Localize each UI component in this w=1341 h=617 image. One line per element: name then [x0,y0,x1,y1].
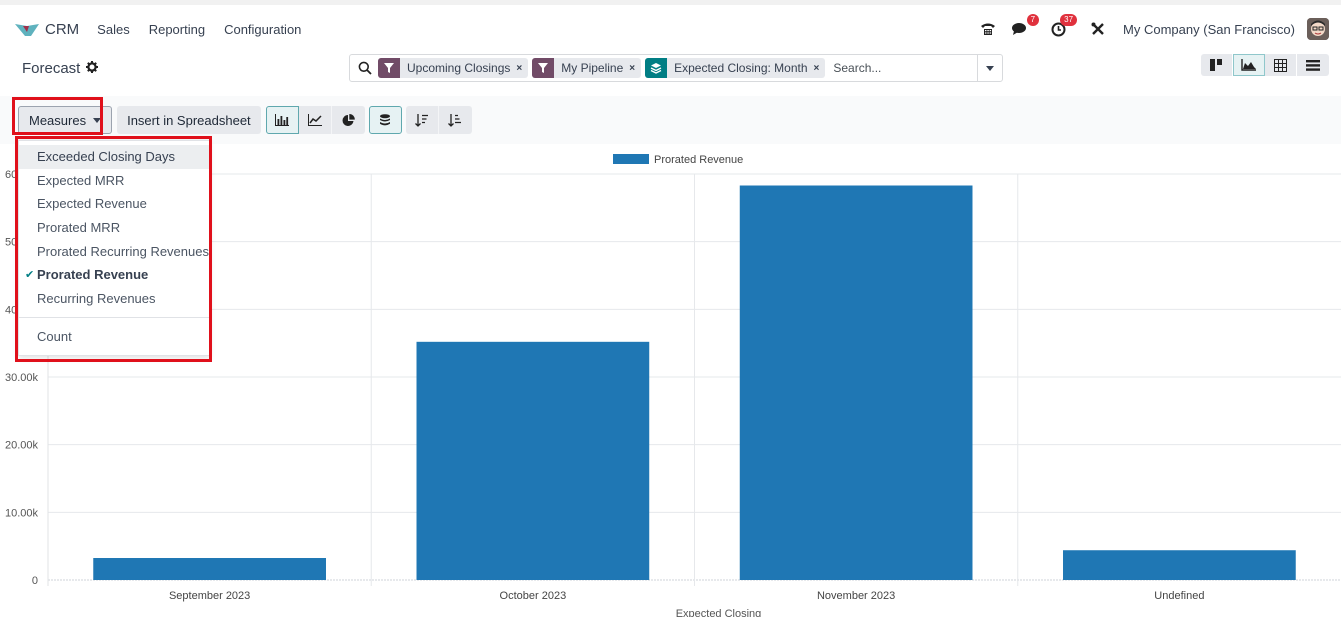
crm-logo-icon[interactable] [15,22,39,38]
facet-upcoming-closings: Upcoming Closings × [378,58,529,78]
layers-icon [645,58,668,78]
bar-chart-button[interactable] [265,106,299,134]
sort-descending-button[interactable] [405,106,439,134]
measure-expected-revenue[interactable]: Expected Revenue [19,192,209,216]
bar-october-2023 [416,341,650,580]
facet-label: Expected Closing: Month [674,61,808,75]
view-graph-button[interactable] [1233,54,1265,76]
menu-sales[interactable]: Sales [97,22,130,37]
y-tick-label: 30.00k [5,372,39,384]
legend-label: Prorated Revenue [654,154,743,166]
bar-chart-icon [275,114,290,126]
x-axis-label: Expected Closing [676,608,762,617]
stacked-toggle-button[interactable] [368,106,402,134]
page-title: Forecast [22,60,81,77]
measures-button[interactable]: Measures [18,106,113,134]
breadcrumb: Forecast [22,60,99,77]
phone-icon[interactable] [979,20,997,38]
measure-prorated-revenue[interactable]: ✔ Prorated Revenue [19,263,209,287]
measure-prorated-recurring-revenues[interactable]: Prorated Recurring Revenues [19,239,209,263]
measures-dropdown: Exceeded Closing Days Expected MRR Expec… [18,140,210,356]
sort-group [405,106,472,134]
database-stack-icon [380,113,391,125]
measures-label: Measures [29,112,87,128]
bar-september-2023 [93,558,326,580]
measure-expected-mrr[interactable]: Expected MRR [19,169,209,193]
view-kanban-button[interactable] [1201,54,1233,76]
sort-ascending-icon [448,113,462,127]
pie-chart-button[interactable] [331,106,365,134]
search-options-toggle[interactable] [977,55,1002,81]
x-tick-label: November 2023 [817,590,895,602]
facet-expected-closing-month: Expected Closing: Month × [645,58,826,78]
user-avatar[interactable] [1307,18,1329,40]
facet-remove-icon[interactable]: × [629,63,641,74]
facet-my-pipeline: My Pipeline × [532,58,642,78]
gear-icon[interactable] [86,61,99,76]
facet-remove-icon[interactable]: × [516,63,528,74]
pie-chart-icon [342,113,355,126]
y-tick-label: 0 [32,575,38,587]
measure-count[interactable]: Count [19,325,209,349]
systray: 7 37 My Company (San Francisco) [965,14,1329,44]
measure-recurring-revenues[interactable]: Recurring Revenues [19,287,209,311]
line-chart-icon [307,114,322,126]
navbar: CRM Sales Reporting Configuration 7 37 M… [0,0,1341,54]
activities-badge: 37 [1060,14,1078,26]
measure-label: Recurring Revenues [37,290,156,306]
search-input[interactable] [833,61,974,75]
legend-swatch [613,154,649,164]
y-tick-label: 10.00k [5,507,39,519]
bar-november-2023 [739,185,973,580]
sort-ascending-button[interactable] [438,106,472,134]
x-tick-label: October 2023 [500,590,567,602]
menu-configuration[interactable]: Configuration [224,22,301,37]
filter-icon [378,58,400,78]
line-chart-button[interactable] [298,106,332,134]
graph-toolbar: Measures Insert in Spreadsheet [0,96,1341,144]
control-panel: Forecast Upcoming Closings × My Pipeline… [0,54,1341,96]
search-icon[interactable] [358,61,372,75]
messages-badge: 7 [1026,14,1040,26]
measure-exceeded-closing-days[interactable]: Exceeded Closing Days [19,145,209,169]
view-list-button[interactable] [1297,54,1329,76]
measure-label: Expected MRR [37,172,125,188]
x-tick-label: September 2023 [169,590,250,602]
filter-icon [532,58,555,78]
measure-label: Exceeded Closing Days [37,149,176,165]
search-bar: Upcoming Closings × My Pipeline × Expect… [349,54,1003,82]
x-tick-label: Undefined [1154,590,1204,602]
measure-label: Prorated MRR [37,220,121,236]
view-switcher [1201,54,1329,76]
sort-descending-icon [414,113,428,127]
measure-label: Prorated Recurring Revenues [37,243,209,259]
bar-undefined [1063,550,1296,580]
y-tick-label: 20.00k [5,440,39,452]
checkmark-icon: ✔ [25,268,35,281]
facet-label: My Pipeline [561,61,624,75]
caret-down-icon [986,65,994,71]
facet-remove-icon[interactable]: × [814,63,826,74]
caret-down-icon [93,117,102,123]
view-pivot-button[interactable] [1265,54,1297,76]
debug-tools-icon[interactable] [1089,20,1107,38]
chart-type-group [265,106,365,134]
measure-label: Prorated Revenue [37,267,149,283]
measure-label: Count [37,329,72,345]
measure-label: Expected Revenue [37,196,147,212]
measure-prorated-mrr[interactable]: Prorated MRR [19,216,209,240]
insert-in-spreadsheet-button[interactable]: Insert in Spreadsheet [117,106,261,134]
company-switcher[interactable]: My Company (San Francisco) [1123,22,1295,37]
menu-reporting[interactable]: Reporting [149,22,205,37]
messages-icon[interactable]: 7 [1011,14,1040,38]
dropdown-divider [19,317,209,319]
facet-label: Upcoming Closings [407,61,511,75]
activities-icon[interactable]: 37 [1049,14,1078,38]
app-name[interactable]: CRM [45,21,79,38]
